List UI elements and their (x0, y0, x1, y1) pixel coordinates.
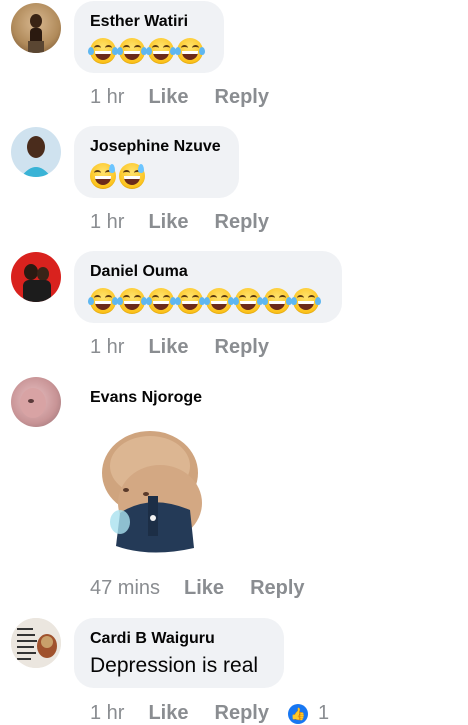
like-button[interactable]: Like (148, 86, 188, 109)
avatar[interactable] (11, 3, 61, 53)
joy-emoji-icon (175, 38, 205, 64)
comment-actions: 1 hr Like Reply (90, 211, 269, 234)
avatar[interactable] (11, 377, 61, 427)
joy-emoji-icon (88, 288, 118, 314)
comment-bubble: Cardi B Waiguru Depression is real (74, 618, 284, 688)
comment-bubble: Esther Watiri (74, 1, 224, 73)
joy-emoji-icon (117, 288, 147, 314)
avatar[interactable] (11, 252, 61, 302)
thumbs-up-icon: 👍 (288, 703, 308, 724)
like-button[interactable]: Like (184, 577, 224, 600)
joy-emoji-icon (262, 288, 292, 314)
timestamp[interactable]: 1 hr (90, 211, 124, 234)
reaction-count: 1 (318, 702, 330, 724)
emoji-row (90, 163, 145, 189)
timestamp[interactable]: 47 mins (90, 577, 160, 600)
like-button[interactable]: Like (148, 211, 188, 234)
commenter-name[interactable]: Evans Njoroge (90, 389, 202, 407)
commenter-name[interactable]: Daniel Ouma (90, 263, 188, 281)
comment-actions: 1 hr Like Reply (90, 702, 269, 725)
comment-actions: 1 hr Like Reply (90, 86, 269, 109)
commenter-name[interactable]: Cardi B Waiguru (90, 630, 215, 648)
joy-emoji-icon (204, 288, 234, 314)
avatar[interactable] (11, 127, 61, 177)
joy-emoji-icon (88, 38, 118, 64)
reaction-summary[interactable]: 👍 1 (288, 702, 329, 725)
joy-emoji-icon (146, 288, 176, 314)
commenter-name[interactable]: Esther Watiri (90, 13, 188, 31)
crying-bear-sticker (90, 418, 208, 556)
joy-emoji-icon (146, 38, 176, 64)
comment-bubble: Josephine Nzuve (74, 126, 239, 198)
commenter-name[interactable]: Josephine Nzuve (90, 138, 221, 156)
emoji-row (88, 38, 205, 64)
joy-emoji-icon (291, 288, 321, 314)
joy-emoji-icon (117, 38, 147, 64)
like-button[interactable]: Like (148, 336, 188, 359)
comment-text: Depression is real (90, 654, 259, 677)
timestamp[interactable]: 1 hr (90, 336, 124, 359)
joy-emoji-icon (175, 288, 205, 314)
reply-button[interactable]: Reply (250, 577, 304, 600)
joy-emoji-icon (233, 288, 263, 314)
reply-button[interactable]: Reply (215, 702, 269, 725)
timestamp[interactable]: 1 hr (90, 86, 124, 109)
reply-button[interactable]: Reply (215, 86, 269, 109)
comment-bubble: Daniel Ouma (74, 251, 342, 323)
comment-actions: 47 mins Like Reply (90, 577, 305, 600)
like-button[interactable]: Like (148, 702, 188, 725)
timestamp[interactable]: 1 hr (90, 702, 124, 725)
reply-button[interactable]: Reply (215, 336, 269, 359)
emoji-row (88, 288, 321, 314)
comment-actions: 1 hr Like Reply (90, 336, 269, 359)
reply-button[interactable]: Reply (215, 211, 269, 234)
sweat-smile-emoji-icon (119, 163, 145, 189)
avatar[interactable] (11, 618, 61, 668)
sweat-smile-emoji-icon (90, 163, 116, 189)
